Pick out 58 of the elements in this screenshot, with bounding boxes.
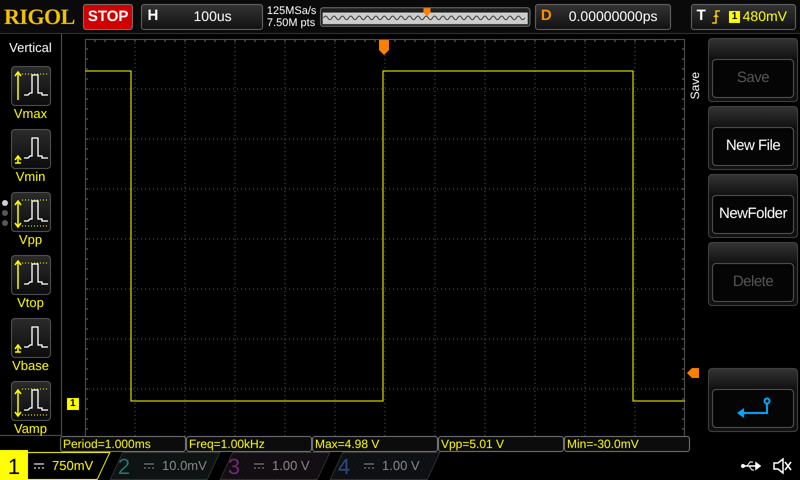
measure-label: Vtop xyxy=(17,294,44,310)
timebase-label: H xyxy=(146,6,160,26)
dc-coupling-icon xyxy=(34,463,44,469)
menu-title: Save xyxy=(686,72,702,100)
measure-button[interactable] xyxy=(10,66,50,106)
measurement-readout: Vpp=5.01 V xyxy=(438,436,564,452)
trigger-position-icon xyxy=(379,40,389,55)
delay-value: 0.00000000ps xyxy=(568,7,659,26)
timebase-value: 100us xyxy=(192,7,233,26)
measure-button[interactable] xyxy=(10,318,50,358)
channel-number: 4 xyxy=(336,452,352,480)
channel-number: 3 xyxy=(226,452,242,480)
channel-tab[interactable]: 2 10.0mV xyxy=(110,452,220,480)
measurement-readout: Period=1.000ms xyxy=(60,436,186,452)
channel-tab[interactable]: 4 1.00 V xyxy=(330,452,440,480)
channel-number: 1 xyxy=(0,450,28,480)
measure-label: Vbase xyxy=(12,358,49,372)
measure-label: Vamp xyxy=(14,420,47,436)
trigger-label: T xyxy=(696,6,707,26)
delay-label: D xyxy=(540,6,553,26)
channel-tab[interactable]: 3 1.00 V xyxy=(220,452,330,480)
measurement-readout: Max=4.98 V xyxy=(312,436,438,452)
page-dot[interactable] xyxy=(2,220,8,226)
trigger-level-icon xyxy=(687,368,699,378)
rising-edge-icon xyxy=(710,10,721,24)
measure-button[interactable] xyxy=(10,380,50,420)
page-dot[interactable] xyxy=(2,210,8,216)
memory-depth: 7.50M pts xyxy=(266,16,316,28)
menu-button[interactable]: NewFolder xyxy=(712,195,794,234)
speaker-muted-icon xyxy=(772,457,792,475)
channel-marker: 1 xyxy=(67,398,79,410)
measurement-readout: Freq=1.00kHz xyxy=(186,436,312,452)
measure-button[interactable] xyxy=(10,192,50,232)
channel-scale: 1.00 V xyxy=(272,457,310,476)
run-stop-indicator: STOP xyxy=(82,4,134,30)
channel-scale: 750mV xyxy=(52,457,94,476)
measure-label: Vmin xyxy=(16,168,46,184)
brand-logo: RIGOL xyxy=(4,3,75,31)
channel-number: 2 xyxy=(116,452,132,480)
dc-coupling-icon xyxy=(254,463,264,469)
trigger-level: 480mV xyxy=(742,7,787,26)
sample-rate: 125MSa/s xyxy=(266,4,316,16)
menu-button[interactable]: New File xyxy=(712,127,794,166)
trigger-channel: 1 xyxy=(728,10,740,22)
measure-label: Vpp xyxy=(18,232,42,246)
return-button[interactable] xyxy=(712,389,794,428)
dc-coupling-icon xyxy=(144,463,154,469)
channel-tab[interactable]: 1 750mV xyxy=(0,452,110,480)
dc-coupling-icon xyxy=(364,463,374,469)
usb-icon xyxy=(740,460,764,472)
channel-scale: 1.00 V xyxy=(382,457,420,476)
menu-title: Vertical xyxy=(9,39,52,57)
channel-scale: 10.0mV xyxy=(162,457,207,476)
measure-button[interactable] xyxy=(10,128,50,168)
measure-label: Vmax xyxy=(14,106,48,120)
measure-button[interactable] xyxy=(10,254,50,294)
page-dot[interactable] xyxy=(2,200,8,206)
measurement-readout: Min=-30.0mV xyxy=(564,436,690,452)
